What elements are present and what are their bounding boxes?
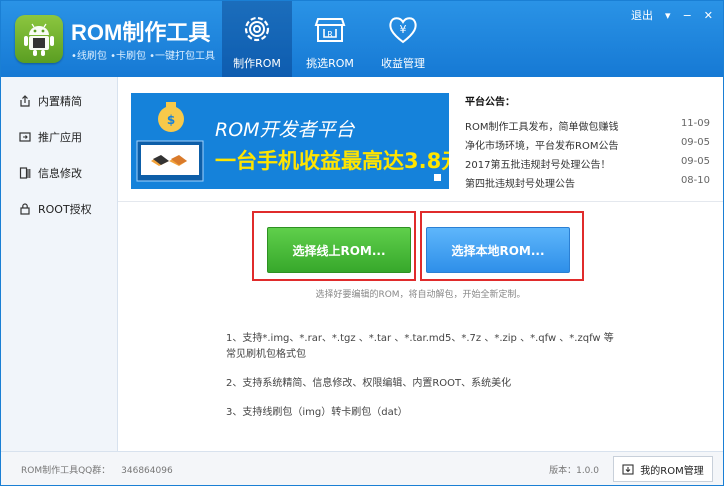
close-button[interactable]: ✕ — [704, 9, 713, 22]
notice-item[interactable]: 2017第五批违规封号处理公告！ 09-05 — [465, 156, 710, 175]
notice-text: 净化市场环境，平台发布ROM公告 — [465, 141, 619, 152]
tab-make-rom[interactable]: 制作ROM — [222, 1, 292, 77]
notice-text: 2017第五批违规封号处理公告！ — [465, 160, 611, 171]
tab-revenue-label: 收益管理 — [381, 57, 425, 70]
select-online-rom-button[interactable]: 选择线上ROM... — [267, 227, 411, 273]
heart-yen-icon: ¥ — [389, 17, 417, 44]
section-divider — [118, 201, 723, 202]
window-controls: 退出 ▾ − ✕ — [631, 7, 713, 23]
app-window: ROM制作工具 •线刷包 •卡刷包 •一键打包工具 制作ROM R 挑选ROM … — [0, 0, 724, 486]
minimize-button[interactable]: − — [683, 9, 692, 22]
lock-icon — [20, 203, 30, 215]
sidebar-item-label: 信息修改 — [38, 167, 82, 180]
notice-panel: 平台公告： ROM制作工具发布，简单做包赚钱 11-09 净化市场环境，平台发布… — [465, 93, 710, 194]
feature-item: 3、支持线刷包（img）转卡刷包（dat） — [226, 407, 408, 418]
android-icon — [24, 23, 54, 56]
upload-icon — [20, 95, 30, 107]
footer-bar: ROM制作工具QQ群： 346864096 版本：1.0.0 我的ROM管理 — [1, 451, 723, 485]
my-rom-manage-label: 我的ROM管理 — [640, 465, 704, 477]
feature-list: 1、支持*.img、*.rar、*.tgz 、*.tar 、*.tar.md5、… — [226, 331, 616, 434]
feature-item: 2、支持系统精简、信息修改、权限编辑、内置ROOT、系统美化 — [226, 378, 512, 389]
notice-text: ROM制作工具发布，简单做包赚钱 — [465, 122, 619, 133]
qq-group-info: ROM制作工具QQ群： 346864096 — [21, 463, 173, 476]
tab-pick-rom[interactable]: R 挑选ROM — [295, 1, 365, 77]
gear-icon — [244, 16, 270, 42]
tab-make-rom-label: 制作ROM — [233, 57, 281, 70]
brand-title: ROM制作工具 — [71, 20, 211, 45]
main-content: $ ROM开发者平台 一台手机收益最高达3.8元 平台公告： ROM制作工具发布… — [118, 77, 723, 451]
app-logo — [15, 15, 63, 63]
notice-text: 第四批违规封号处理公告 — [465, 179, 575, 190]
select-local-rom-button[interactable]: 选择本地ROM... — [426, 227, 570, 273]
tab-pick-rom-label: 挑选ROM — [306, 57, 354, 70]
my-rom-manage-button[interactable]: 我的ROM管理 — [613, 456, 713, 482]
sidebar-item-promote-apps[interactable]: 推广应用 — [1, 119, 117, 155]
banner-slogan: 一台手机收益最高达3.8元 — [215, 149, 449, 173]
sidebar: 内置精简 推广应用 信息修改 ROOT授权 — [1, 77, 118, 451]
banner-indicator[interactable] — [434, 174, 441, 181]
qq-group-label: ROM制作工具QQ群： — [21, 466, 111, 476]
svg-text:¥: ¥ — [400, 23, 407, 36]
sidebar-item-root-auth[interactable]: ROOT授权 — [1, 191, 117, 227]
sidebar-item-info-edit[interactable]: 信息修改 — [1, 155, 117, 191]
tab-revenue[interactable]: ¥ 收益管理 — [368, 1, 438, 77]
download-box-icon — [622, 464, 634, 475]
notice-date: 09-05 — [680, 137, 710, 148]
banner-title: ROM开发者平台 — [215, 119, 355, 141]
notice-date: 09-05 — [680, 156, 710, 167]
sidebar-item-label: 内置精简 — [38, 95, 82, 108]
notice-item[interactable]: ROM制作工具发布，简单做包赚钱 11-09 — [465, 118, 710, 137]
version-label: 版本：1.0.0 — [549, 466, 599, 476]
notice-date: 08-10 — [680, 175, 710, 186]
menu-button[interactable]: ▾ — [665, 9, 671, 22]
qq-group-number: 346864096 — [121, 466, 173, 476]
share-icon — [19, 132, 31, 142]
sidebar-item-label: 推广应用 — [38, 131, 82, 144]
notice-item[interactable]: 净化市场环境，平台发布ROM公告 09-05 — [465, 137, 710, 156]
store-icon: R — [314, 18, 346, 42]
sidebar-item-builtin-slim[interactable]: 内置精简 — [1, 83, 117, 119]
sidebar-item-label: ROOT授权 — [38, 203, 92, 216]
money-bag-monitor-icon: $ — [136, 102, 204, 182]
notice-date: 11-09 — [680, 118, 710, 129]
svg-text:R: R — [327, 30, 333, 39]
doc-icon — [19, 167, 31, 179]
select-hint: 选择好要编辑的ROM，将自动解包，开始全新定制。 — [315, 290, 526, 300]
promo-banner[interactable]: $ ROM开发者平台 一台手机收益最高达3.8元 — [131, 93, 449, 189]
notice-title: 平台公告： — [465, 97, 515, 108]
feature-item: 1、支持*.img、*.rar、*.tgz 、*.tar 、*.tar.md5、… — [226, 333, 614, 360]
header-bar: ROM制作工具 •线刷包 •卡刷包 •一键打包工具 制作ROM R 挑选ROM … — [1, 1, 723, 77]
notice-item[interactable]: 第四批违规封号处理公告 08-10 — [465, 175, 710, 194]
svg-text:$: $ — [167, 113, 175, 127]
logout-link[interactable]: 退出 — [631, 7, 653, 23]
brand-subtitle: •线刷包 •卡刷包 •一键打包工具 — [71, 51, 216, 62]
